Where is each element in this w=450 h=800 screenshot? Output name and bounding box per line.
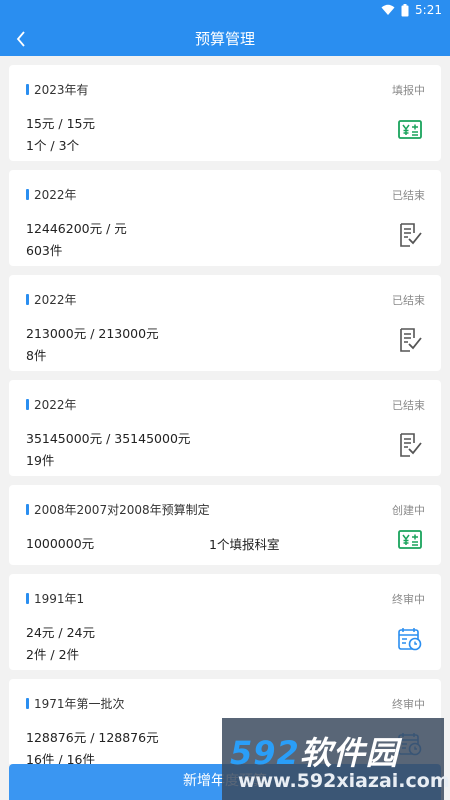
budget-count: 16件 / 16件 [26,752,95,764]
document-check-icon [400,223,422,247]
budget-status: 已结束 [392,399,425,412]
budget-name: 2023年有 [26,81,89,98]
budget-card[interactable]: 1991年1 终审中 24元 / 24元 2件 / 2件 [9,574,441,670]
header: 预算管理 [0,22,450,56]
budget-count: 8件 [26,348,47,363]
document-check-icon [400,328,422,352]
page-title: 预算管理 [194,30,255,48]
wifi-icon [381,4,395,16]
budget-yen-icon [398,530,422,549]
budget-card[interactable]: 2023年有 填报中 15元 / 15元 1个 / 3个 [9,65,441,161]
budget-card[interactable]: 2022年 已结束 35145000元 / 35145000元 19件 [9,380,441,476]
budget-name: 1971年第一批次 [26,695,125,712]
budget-name: 2022年 [26,291,77,308]
watermark-url: www.592xiazai.com [238,770,450,792]
calendar-clock-icon [398,628,422,651]
watermark-brand-text: 软件园 [299,734,399,772]
department-count: 1个填报科室 [209,537,280,552]
status-icons: 5:21 [381,3,442,17]
status-bar: 5:21 [0,0,450,22]
watermark-logo: 592软件园 www.592xiazai.com [222,718,450,800]
budget-card[interactable]: 2008年2007对2008年预算制定 创建中 1000000元 1个填报科室 [9,485,441,565]
budget-count: 1个 / 3个 [26,138,80,153]
budget-status: 创建中 [392,504,425,517]
budget-status: 终审中 [392,593,425,606]
budget-yen-icon [398,120,422,139]
watermark-brand: 592软件园 [230,728,399,774]
budget-amount: 128876元 / 128876元 [26,730,159,745]
budget-amount: 24元 / 24元 [26,625,95,640]
battery-icon [401,3,409,17]
budget-amount: 35145000元 / 35145000元 [26,431,191,446]
budget-status: 填报中 [392,84,425,97]
budget-status: 终审中 [392,698,425,711]
watermark-brand-number: 592 [230,734,300,772]
budget-name: 2022年 [26,396,77,413]
budget-amount: 1000000元 [26,536,95,551]
budget-amount: 15元 / 15元 [26,116,95,131]
budget-card[interactable]: 2022年 已结束 12446200元 / 元 603件 [9,170,441,266]
budget-card[interactable]: 2022年 已结束 213000元 / 213000元 8件 [9,275,441,371]
document-check-icon [400,433,422,457]
budget-count: 19件 [26,453,55,468]
budget-name: 2022年 [26,186,77,203]
budget-list[interactable]: 2023年有 填报中 15元 / 15元 1个 / 3个 2022年 已结束 1… [0,56,450,764]
budget-status: 已结束 [392,294,425,307]
budget-name: 1991年1 [26,590,84,607]
status-time: 5:21 [415,3,442,17]
budget-amount: 12446200元 / 元 [26,221,127,236]
budget-count: 603件 [26,243,63,258]
budget-count: 2件 / 2件 [26,647,80,662]
budget-status: 已结束 [392,189,425,202]
budget-name: 2008年2007对2008年预算制定 [26,501,210,518]
budget-amount: 213000元 / 213000元 [26,326,159,341]
